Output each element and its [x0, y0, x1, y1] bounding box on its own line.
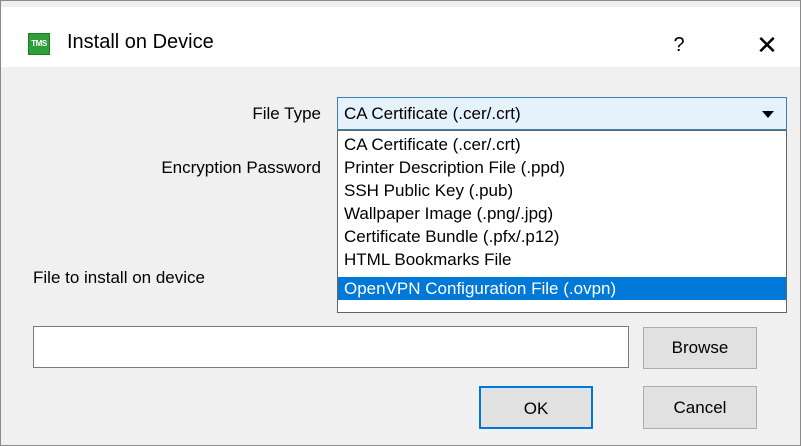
file-type-selected-value: CA Certificate (.cer/.crt)	[344, 104, 521, 123]
file-type-select[interactable]: CA Certificate (.cer/.crt)	[337, 97, 787, 130]
dropdown-option-openvpn-config[interactable]: OpenVPN Configuration File (.ovpn)	[338, 277, 786, 300]
file-path-input[interactable]	[33, 326, 629, 368]
install-on-device-dialog: TMS Install on Device ? ✕ File Type CA C…	[0, 0, 801, 446]
title-bar: TMS Install on Device ? ✕	[1, 7, 800, 67]
chevron-down-icon[interactable]	[762, 111, 774, 118]
ok-button[interactable]: OK	[479, 386, 593, 429]
file-type-label: File Type	[252, 104, 321, 123]
dropdown-option-ca-certificate[interactable]: CA Certificate (.cer/.crt)	[338, 133, 786, 156]
dialog-title: Install on Device	[67, 31, 214, 53]
close-button[interactable]: ✕	[743, 25, 791, 65]
browse-button[interactable]: Browse	[643, 327, 757, 369]
dropdown-option-certificate-bundle[interactable]: Certificate Bundle (.pfx/.p12)	[338, 225, 786, 248]
dropdown-option-wallpaper-image[interactable]: Wallpaper Image (.png/.jpg)	[338, 202, 786, 225]
file-to-install-label: File to install on device	[33, 268, 205, 287]
app-icon: TMS	[28, 33, 50, 55]
dropdown-option-ssh-public-key[interactable]: SSH Public Key (.pub)	[338, 179, 786, 202]
cancel-button[interactable]: Cancel	[643, 386, 757, 429]
dropdown-option-printer-description[interactable]: Printer Description File (.ppd)	[338, 156, 786, 179]
file-type-dropdown-list: CA Certificate (.cer/.crt) Printer Descr…	[337, 130, 787, 313]
encryption-password-label: Encryption Password	[161, 158, 321, 177]
help-button[interactable]: ?	[661, 25, 697, 65]
dropdown-option-html-bookmarks[interactable]: HTML Bookmarks File	[338, 248, 786, 271]
